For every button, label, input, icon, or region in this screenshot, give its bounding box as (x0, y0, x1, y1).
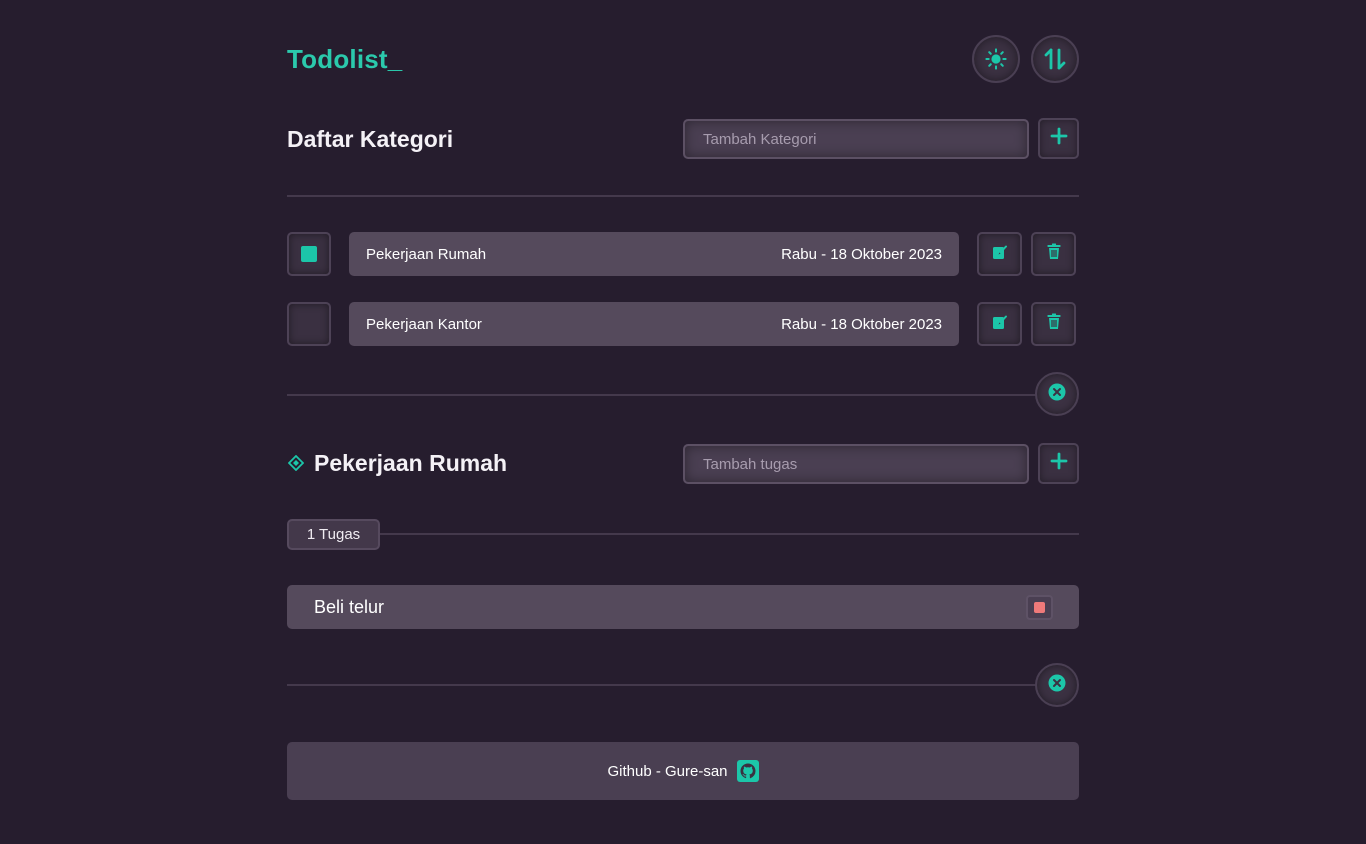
task-text: Beli telur (314, 596, 385, 617)
task-category-title: Pekerjaan Rumah (314, 450, 508, 476)
task-count-badge: 1 Tugas (287, 519, 380, 550)
close-circle-icon (1048, 383, 1066, 406)
category-item[interactable]: Pekerjaan Kantor Rabu - 18 Oktober 2023 (349, 302, 959, 346)
category-select-checkbox[interactable] (287, 302, 331, 346)
footer: Github - Gure-san (287, 742, 1079, 800)
delete-category-button[interactable] (1031, 302, 1076, 346)
trash-icon (1046, 313, 1062, 335)
selected-indicator (301, 246, 317, 262)
close-circle-icon (1048, 674, 1066, 697)
plus-icon (1050, 127, 1068, 150)
edit-icon (992, 244, 1008, 265)
add-category-input[interactable] (683, 119, 1029, 159)
footer-link[interactable]: Github - Gure-san (607, 763, 727, 780)
divider (287, 195, 1079, 197)
category-date: Rabu - 18 Oktober 2023 (781, 245, 942, 263)
delete-category-button[interactable] (1031, 232, 1076, 276)
add-category-button[interactable] (1038, 118, 1079, 159)
categories-title: Daftar Kategori (287, 126, 454, 152)
sort-button[interactable] (1031, 35, 1079, 83)
divider (287, 684, 1037, 686)
task-item[interactable]: Beli telur (287, 585, 1079, 629)
category-name: Pekerjaan Kantor (366, 315, 482, 333)
sort-arrows-icon (1044, 47, 1066, 71)
sun-icon (985, 48, 1007, 70)
category-item[interactable]: Pekerjaan Rumah Rabu - 18 Oktober 2023 (349, 232, 959, 276)
edit-category-button[interactable] (977, 232, 1022, 276)
app-logo: Todolist_ (287, 44, 402, 78)
edit-category-button[interactable] (977, 302, 1022, 346)
theme-toggle-button[interactable] (972, 35, 1020, 83)
trash-icon (1046, 243, 1062, 265)
github-icon[interactable] (736, 760, 759, 782)
task-status-checkbox[interactable] (1026, 595, 1053, 620)
category-name: Pekerjaan Rumah (366, 245, 487, 263)
app-container: Todolist_ Daftar Kategori Tambah Kategor… (287, 0, 1079, 844)
category-date: Rabu - 18 Oktober 2023 (781, 315, 942, 333)
divider (380, 533, 1079, 535)
edit-icon (992, 314, 1008, 335)
category-select-checkbox[interactable] (287, 232, 331, 276)
task-status-indicator (1034, 602, 1045, 613)
logo-text: Todolist_ (287, 44, 403, 74)
plus-icon (1050, 452, 1068, 475)
collapse-tasks-button[interactable] (1035, 663, 1079, 707)
add-task-button[interactable] (1038, 443, 1079, 484)
collapse-categories-button[interactable] (1035, 372, 1079, 416)
diamond-icon (287, 454, 305, 476)
divider (287, 394, 1037, 396)
add-task-input[interactable] (683, 444, 1029, 484)
